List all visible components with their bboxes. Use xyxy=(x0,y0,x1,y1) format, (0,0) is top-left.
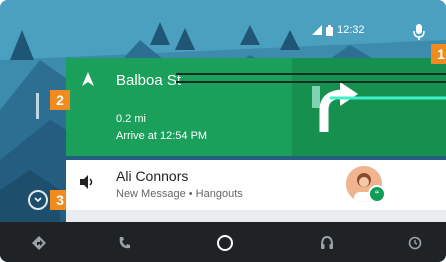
phone-icon xyxy=(119,237,130,249)
expand-chevron-button[interactable] xyxy=(28,190,48,210)
nav-button-home[interactable] xyxy=(214,232,236,254)
hangouts-icon: “ xyxy=(368,185,386,203)
android-auto-screen: 12:32 Balboa St 0.2 mi Arrive at 12:54 P… xyxy=(0,0,446,262)
recents-icon xyxy=(408,236,422,250)
chevron-down-icon xyxy=(34,197,42,203)
navigation-icon xyxy=(32,236,46,250)
nav-button-media[interactable] xyxy=(316,232,338,254)
nav-button-recents[interactable] xyxy=(404,232,426,254)
callout-marker-2: 2 xyxy=(50,90,70,110)
card-stack-edge xyxy=(66,210,446,222)
nav-button-phone[interactable] xyxy=(114,232,136,254)
nav-button-navigation[interactable] xyxy=(28,232,50,254)
bottom-nav-bar xyxy=(0,222,446,262)
message-notification-card[interactable]: Ali Connors New Message • Hangouts “ xyxy=(66,160,446,210)
home-icon xyxy=(217,235,233,251)
contact-name: Ali Connors xyxy=(116,168,189,184)
message-subtitle: New Message • Hangouts xyxy=(116,188,243,200)
headphones-icon xyxy=(321,236,333,249)
callout-marker-1: 1 xyxy=(431,44,446,64)
speaker-icon[interactable] xyxy=(80,175,94,189)
